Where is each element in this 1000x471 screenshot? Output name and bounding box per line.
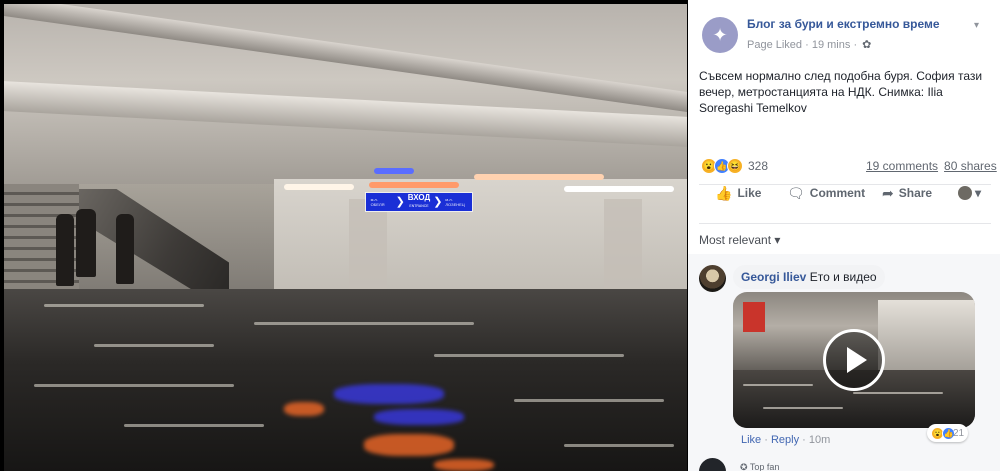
page-liked-label[interactable]: Page Liked	[747, 39, 802, 51]
photo-ceiling-light	[564, 186, 674, 192]
comment-reactions[interactable]: 😮 👍 21	[927, 424, 969, 442]
post-options-chevron-icon[interactable]: ▾	[974, 20, 979, 31]
comment-reaction-count: 21	[953, 427, 965, 439]
photo-ripple	[44, 304, 204, 307]
photo-ripple	[94, 344, 214, 347]
comment-like-link[interactable]: Like	[741, 434, 761, 446]
comment-bubble: Georgi Iliev Ето и видео	[733, 265, 885, 289]
haha-reaction-icon: 😆	[727, 158, 743, 174]
photo-ceiling-light	[284, 184, 354, 190]
meta-separator: ·	[853, 39, 861, 51]
sign-main-label: ВХОД	[407, 193, 431, 202]
sign-main-text: ВХОД ENTRANCE	[408, 194, 430, 210]
post-as-selector[interactable]: ▾	[958, 186, 981, 200]
metro-entrance-sign: м.л. ОБЕЛЯ ❯ ВХОД ENTRANCE ❯ м.л. ЛОЗЕНЕ…	[365, 192, 473, 212]
divider	[699, 223, 991, 224]
photo-orange-reflection	[364, 434, 454, 456]
page-avatar[interactable]: ✦	[702, 17, 738, 53]
page-name-link[interactable]: Блог за бури и екстремно време	[747, 17, 940, 31]
comment-text: Ето и видео	[809, 270, 877, 284]
top-fan-icon: ✪	[740, 462, 748, 471]
share-arrow-icon: ➦	[882, 184, 894, 201]
video-ripple	[853, 392, 943, 394]
privacy-gear-icon[interactable]: ✿	[862, 39, 871, 51]
sign-right-text: м.л. ЛОЗЕНЕЦ	[445, 197, 465, 207]
comment-bubble-icon: 🗨	[787, 184, 805, 201]
photo-ripple	[434, 354, 624, 357]
comment-actions: Like · Reply · 10m	[741, 434, 830, 446]
comment-label: Comment	[809, 186, 866, 200]
video-sign	[743, 302, 765, 332]
photo-orange-reflection	[284, 402, 324, 416]
photo-ripple	[124, 424, 264, 427]
chevron-down-icon: ▾	[774, 233, 781, 247]
post-photo[interactable]	[4, 4, 687, 471]
comment-video[interactable]	[733, 292, 975, 428]
top-fan-badge: ✪ Top fan	[740, 462, 779, 471]
meta-separator: ·	[805, 39, 812, 51]
comment-time[interactable]: 10m	[809, 434, 830, 446]
separator: ·	[802, 434, 809, 446]
top-fan-label: Top fan	[749, 462, 780, 471]
photo-blue-reflection	[374, 409, 464, 425]
like-label: Like	[737, 186, 762, 200]
sign-arrow-icon: ❯	[395, 196, 405, 208]
storm-logo-icon: ✦	[712, 24, 728, 45]
comment-sort-label: Most relevant	[699, 233, 772, 247]
post-time[interactable]: 19 mins	[812, 39, 851, 51]
shares-count-link[interactable]: 80 shares	[944, 159, 997, 173]
user-avatar	[958, 186, 972, 200]
photo-orange-reflection	[434, 459, 494, 471]
commenter-avatar[interactable]	[699, 265, 726, 292]
post-reactions[interactable]: 😮 👍 😆 328	[701, 158, 768, 174]
photo-ceiling-light	[474, 174, 604, 180]
video-ripple	[763, 407, 843, 409]
sign-left-text: м.л. ОБЕЛЯ	[370, 197, 385, 207]
photo-person	[76, 209, 96, 277]
comment-button[interactable]: 🗨 Comment	[787, 185, 865, 202]
comment-reply-link[interactable]: Reply	[771, 434, 799, 446]
video-ripple	[743, 384, 813, 386]
sign-main-sublabel: ENTRANCE	[409, 204, 429, 208]
comment-sort-dropdown[interactable]: Most relevant ▾	[699, 233, 780, 247]
comment-author-link[interactable]: Georgi Iliev	[741, 270, 806, 284]
photo-blue-light	[374, 168, 414, 174]
share-button[interactable]: ➦ Share	[882, 185, 932, 202]
photo-ceiling-light	[369, 182, 459, 188]
photo-person	[116, 214, 134, 284]
photo-ripple	[514, 399, 664, 402]
post-meta: Page Liked · 19 mins · ✿	[747, 38, 871, 51]
photo-ripple	[34, 384, 234, 387]
comments-count-link[interactable]: 19 comments	[866, 159, 938, 173]
photo-ripple	[254, 322, 474, 325]
separator: ·	[764, 434, 771, 446]
photo-person	[56, 214, 74, 286]
play-button[interactable]	[823, 329, 885, 391]
thumbs-up-icon: 👍	[715, 184, 733, 201]
like-button[interactable]: 👍 Like	[715, 185, 761, 202]
post-body-text: Съвсем нормално след подобна буря. София…	[699, 69, 983, 115]
photo-ripple	[564, 444, 674, 447]
share-label: Share	[898, 186, 933, 200]
play-icon	[846, 347, 867, 373]
sign-arrow-icon: ❯	[433, 196, 443, 208]
reaction-count[interactable]: 328	[748, 159, 768, 173]
photo-blue-reflection	[334, 384, 444, 404]
post-counts: 19 comments 80 shares	[866, 159, 997, 173]
chevron-down-icon: ▾	[975, 186, 982, 200]
